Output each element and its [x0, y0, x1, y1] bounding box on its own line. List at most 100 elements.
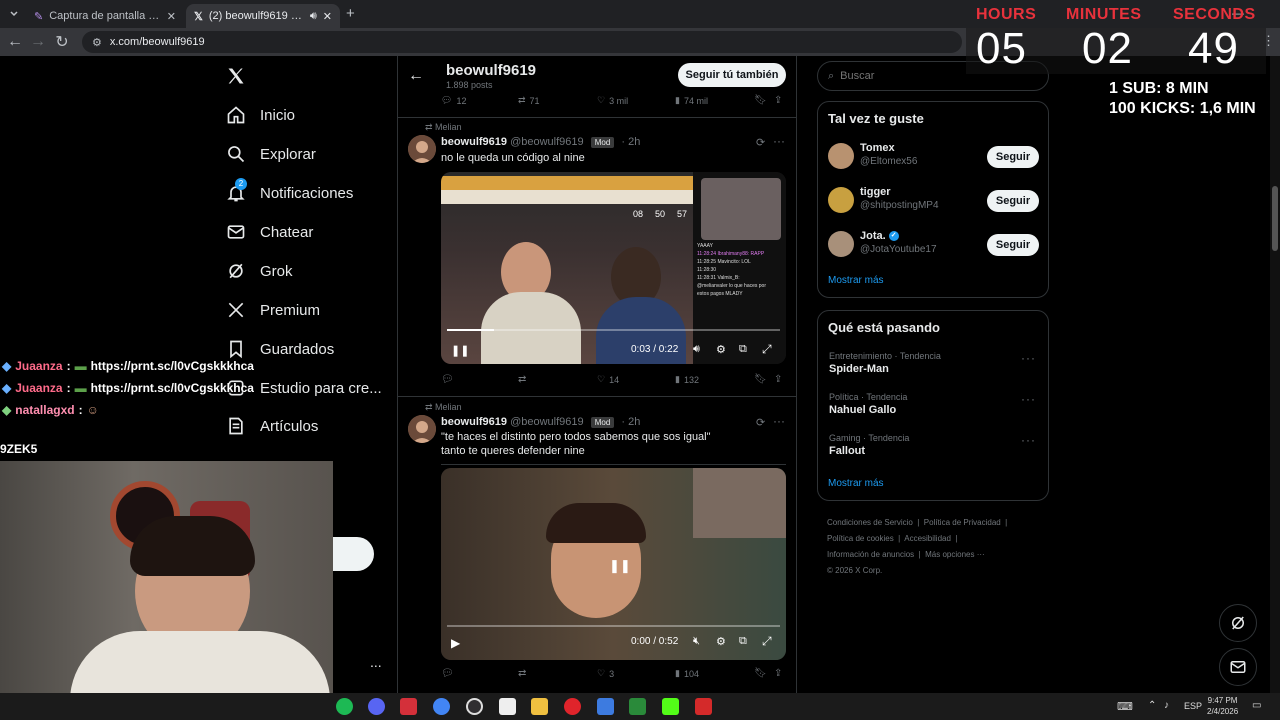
tweet[interactable]: ⇄ Melian beowulf9619 @beowulf9619 Mod · … [398, 118, 796, 396]
reply-action[interactable]: 💬︎ [441, 668, 454, 679]
more-icon[interactable]: ··· [1021, 392, 1036, 406]
more-icon[interactable]: ··· [1021, 433, 1036, 447]
share-action[interactable]: ⇪ [774, 374, 782, 385]
footer-link[interactable]: Política de Privacidad [924, 518, 1001, 527]
video-progress-track[interactable] [447, 329, 780, 331]
app-icon[interactable] [597, 698, 614, 715]
suggested-user[interactable]: Jota. ✓ @JotaYoutube17 Seguir [818, 228, 1048, 266]
mute-icon[interactable]: 🔇︎ [693, 635, 700, 648]
show-more-link[interactable]: Mostrar más [828, 275, 884, 286]
repost-action[interactable]: ⇄ [518, 374, 526, 385]
notification-center-icon[interactable]: ▭ [1252, 700, 1261, 711]
pip-icon[interactable]: ⧉ [739, 635, 747, 648]
reply-action[interactable]: 💬︎ 12 [441, 95, 466, 106]
tweet-time[interactable]: 2h [628, 136, 640, 148]
author-name[interactable]: beowulf9619 [441, 136, 507, 148]
follow-button[interactable]: Seguir [987, 234, 1039, 256]
app-icon[interactable] [629, 698, 646, 715]
trend-item[interactable]: Gaming · Tendencia Fallout [829, 433, 909, 457]
nav-grok[interactable]: Grok [226, 261, 293, 281]
anydesk-icon[interactable] [695, 698, 712, 715]
share-action[interactable]: ⇪ [774, 668, 782, 679]
nav-home[interactable]: Inicio [226, 105, 295, 125]
footer-link[interactable]: Accesibilidad [904, 534, 951, 543]
voicemod-icon[interactable] [400, 698, 417, 715]
settings-icon[interactable]: ⚙ [716, 635, 726, 648]
nav-chat[interactable]: Chatear [226, 222, 313, 242]
nav-bookmarks[interactable]: Guardados [226, 339, 334, 359]
reply-action[interactable]: 💬︎ [441, 374, 454, 385]
reload-icon[interactable]: ↻ [51, 31, 73, 53]
account-more-icon[interactable]: ... [370, 654, 382, 670]
video-player[interactable]: 08 50 57 YAAAY 11:28:24 Ibrahimany88: RA… [441, 172, 786, 364]
footer-link[interactable]: Información de anuncios [827, 550, 914, 559]
more-icon[interactable]: ··· [773, 414, 785, 428]
back-arrow-icon[interactable]: ← [408, 67, 424, 85]
tweet-time[interactable]: 2h [628, 416, 640, 428]
nav-explore[interactable]: Explorar [226, 144, 316, 164]
close-icon[interactable]: ✕ [323, 10, 332, 23]
bookmark-action[interactable]: 🔖︎ [754, 374, 767, 385]
like-action[interactable]: ♡ 3 [597, 668, 614, 679]
pip-icon[interactable]: ⧉ [739, 343, 747, 356]
follow-button[interactable]: Seguir [987, 190, 1039, 212]
suggested-user[interactable]: Tomex @Eltomex56 Seguir [818, 140, 1048, 178]
nav-articles[interactable]: Artículos [226, 416, 318, 436]
footer-link[interactable]: Política de cookies [827, 534, 894, 543]
video-player[interactable]: ❚❚ ▶ 0:00 / 0:52 🔇︎ ⚙ ⧉ ⤢ [441, 468, 786, 660]
author-name[interactable]: beowulf9619 [441, 416, 507, 428]
obs-icon[interactable] [466, 698, 483, 715]
chrome-icon[interactable] [433, 698, 450, 715]
kick-icon[interactable] [662, 698, 679, 715]
play-icon[interactable]: ▶ [451, 636, 460, 650]
keyboard-icon[interactable]: ⌨ [1117, 700, 1133, 713]
x-logo-icon[interactable] [226, 66, 246, 86]
follow-button[interactable]: Seguir tú también [678, 63, 786, 87]
more-icon[interactable]: ··· [1021, 351, 1036, 365]
tray-chevron-icon[interactable]: ⌃ [1148, 700, 1156, 711]
scrollbar-thumb[interactable] [1272, 186, 1278, 251]
pause-overlay-icon[interactable]: ❚❚ [609, 558, 631, 574]
volume-icon[interactable]: 🔊︎ [693, 343, 700, 356]
fullscreen-icon[interactable]: ⤢ [762, 634, 772, 649]
back-icon[interactable]: ← [4, 31, 26, 53]
volume-icon[interactable]: ♪ [1164, 700, 1169, 711]
suggested-user[interactable]: tigger @shitpostingMP4 Seguir [818, 184, 1048, 222]
repost-action[interactable]: ⇄ [518, 668, 526, 679]
new-tab-button[interactable]: + [346, 5, 355, 22]
video-progress-track[interactable] [447, 625, 780, 627]
grok-icon[interactable]: ⟳ [756, 416, 765, 429]
speaker-icon[interactable]: 🔊︎ [310, 10, 317, 23]
more-icon[interactable]: ··· [773, 134, 785, 148]
trend-item[interactable]: Entretenimiento · Tendencia Spider-Man [829, 351, 941, 375]
show-more-link[interactable]: Mostrar más [828, 478, 884, 489]
opera-icon[interactable] [564, 698, 581, 715]
language-indicator[interactable]: ESP [1184, 701, 1202, 711]
views-action[interactable]: ▮ 104 [675, 668, 699, 679]
views-action[interactable]: ▮ 74 mil [675, 95, 708, 106]
repost-action[interactable]: ⇄ 71 [518, 95, 540, 106]
author-handle[interactable]: @beowulf9619 [510, 136, 584, 148]
footer-link[interactable]: Más opciones ··· [925, 550, 985, 559]
like-action[interactable]: ♡ 14 [597, 374, 619, 385]
address-bar[interactable]: ⚙ x.com/beowulf9619 [82, 31, 962, 53]
avatar[interactable] [408, 135, 436, 163]
forward-icon[interactable]: → [27, 31, 49, 53]
views-action[interactable]: ▮ 132 [675, 374, 699, 385]
bookmark-action[interactable]: 🔖︎ [754, 668, 767, 679]
like-action[interactable]: ♡ 3 mil [597, 95, 628, 106]
author-handle[interactable]: @beowulf9619 [510, 416, 584, 428]
spotify-icon[interactable] [336, 698, 353, 715]
close-icon[interactable]: ✕ [167, 10, 176, 23]
bookmark-action[interactable]: 🔖︎ [754, 95, 767, 106]
tweet[interactable]: ⇄ Melian beowulf9619 @beowulf9619 Mod · … [398, 398, 796, 693]
messages-float-button[interactable] [1219, 648, 1257, 686]
grok-float-button[interactable] [1219, 604, 1257, 642]
grok-icon[interactable]: ⟳ [756, 136, 765, 149]
tab-lightshot[interactable]: ✎ Captura de pantalla por Lightsh ✕ [26, 4, 184, 28]
share-action[interactable]: ⇪ [774, 95, 782, 106]
nav-notifications[interactable]: 2 Notificaciones [226, 178, 353, 203]
follow-button[interactable]: Seguir [987, 146, 1039, 168]
settings-icon[interactable]: ⚙ [716, 343, 726, 356]
footer-link[interactable]: Condiciones de Servicio [827, 518, 913, 527]
